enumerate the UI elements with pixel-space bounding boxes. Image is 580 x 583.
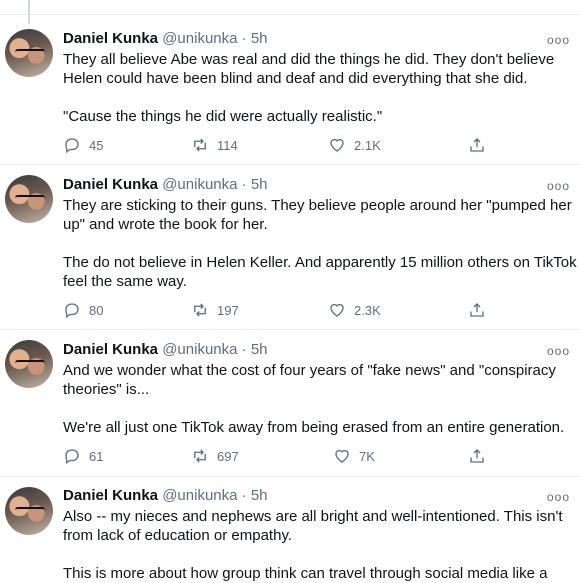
like-button[interactable]: 2.3K <box>328 301 381 319</box>
author-handle[interactable]: @unikunka <box>162 487 237 504</box>
tweet-header: Daniel Kunka @unikunka · 5h <box>63 341 268 358</box>
reply-count: 61 <box>89 448 104 464</box>
more-options-icon[interactable]: ooo <box>547 344 570 358</box>
share-icon <box>470 303 484 317</box>
separator-dot: · <box>241 176 247 193</box>
like-button[interactable]: 7K <box>333 447 375 465</box>
share-button[interactable] <box>468 136 486 154</box>
author-handle[interactable]: @unikunka <box>162 341 237 358</box>
like-count: 2.3K <box>354 302 381 318</box>
tweet[interactable]: Daniel Kunka @unikunka · 5h ooo Also -- … <box>0 477 580 582</box>
tweet-actions: 80 197 2.3K <box>63 301 493 321</box>
tweet[interactable]: Daniel Kunka @unikunka · 5h ooo And we w… <box>0 330 580 477</box>
retweet-button[interactable]: 697 <box>191 447 239 465</box>
more-options-icon[interactable]: ooo <box>547 490 570 504</box>
tweet-actions: 45 114 2.1K <box>63 136 493 156</box>
tweet-header: Daniel Kunka @unikunka · 5h <box>63 176 268 193</box>
tweet[interactable]: Daniel Kunka @unikunka · 5h ooo They are… <box>0 165 580 330</box>
tweet-header: Daniel Kunka @unikunka · 5h <box>63 30 268 47</box>
reply-count: 80 <box>89 302 104 318</box>
author-name[interactable]: Daniel Kunka <box>63 176 158 193</box>
timestamp[interactable]: 5h <box>251 487 268 504</box>
timestamp[interactable]: 5h <box>251 176 268 193</box>
retweet-icon <box>194 138 206 152</box>
heart-icon <box>330 138 344 152</box>
author-name[interactable]: Daniel Kunka <box>63 30 158 47</box>
heart-icon <box>335 449 349 463</box>
reply-count: 45 <box>89 137 104 153</box>
retweet-icon <box>194 449 206 463</box>
retweet-count: 697 <box>217 448 239 464</box>
author-name[interactable]: Daniel Kunka <box>63 487 158 504</box>
reply-icon <box>65 138 79 154</box>
like-count: 7K <box>359 448 375 464</box>
author-handle[interactable]: @unikunka <box>162 176 237 193</box>
tweet-text: They all believe Abe was real and did th… <box>63 50 578 126</box>
tweet-paragraph: This is more about how group think can t… <box>63 565 548 582</box>
avatar[interactable] <box>5 29 53 77</box>
separator-dot: · <box>241 30 247 47</box>
tweet-actions: 61 697 7K <box>63 447 493 467</box>
tweet-header: Daniel Kunka @unikunka · 5h <box>63 487 268 504</box>
tweet-paragraph: We're all just one TikTok away from bein… <box>63 419 565 436</box>
share-button[interactable] <box>468 301 486 319</box>
more-options-icon[interactable]: ooo <box>547 33 570 47</box>
retweet-button[interactable]: 114 <box>191 136 238 154</box>
reply-button[interactable]: 45 <box>63 136 103 154</box>
tweet-paragraph: They are sticking to their guns. They be… <box>63 197 572 233</box>
reply-icon <box>65 303 79 319</box>
tweet-paragraph: And we wonder what the cost of four year… <box>63 362 556 398</box>
reply-icon <box>65 449 79 465</box>
retweet-count: 197 <box>217 302 239 318</box>
share-button[interactable] <box>468 447 486 465</box>
tweet-text: And we wonder what the cost of four year… <box>63 361 578 437</box>
tweet-text: They are sticking to their guns. They be… <box>63 196 578 291</box>
tweet-text: Also -- my nieces and nephews are all br… <box>63 507 578 583</box>
thread-connector-line <box>28 0 30 24</box>
timestamp[interactable]: 5h <box>251 30 268 47</box>
separator-dot: · <box>241 487 247 504</box>
tweet-paragraph: "Cause the things he did were actually r… <box>63 108 383 125</box>
share-icon <box>470 138 484 152</box>
like-count: 2.1K <box>354 137 381 153</box>
separator-dot: · <box>241 341 247 358</box>
retweet-count: 114 <box>217 137 238 153</box>
more-options-icon[interactable]: ooo <box>547 179 570 193</box>
avatar[interactable] <box>5 340 53 388</box>
author-handle[interactable]: @unikunka <box>162 30 237 47</box>
author-name[interactable]: Daniel Kunka <box>63 341 158 358</box>
share-icon <box>470 449 484 463</box>
tweet-paragraph: They all believe Abe was real and did th… <box>63 51 555 87</box>
timestamp[interactable]: 5h <box>251 341 268 358</box>
reply-button[interactable]: 61 <box>63 447 103 465</box>
like-button[interactable]: 2.1K <box>328 136 381 154</box>
heart-icon <box>330 303 344 317</box>
retweet-button[interactable]: 197 <box>191 301 239 319</box>
tweet-paragraph: Also -- my nieces and nephews are all br… <box>63 508 563 544</box>
tweet[interactable]: Daniel Kunka @unikunka · 5h ooo They all… <box>0 24 580 165</box>
top-divider <box>0 0 580 15</box>
avatar[interactable] <box>5 487 53 535</box>
avatar[interactable] <box>5 175 53 223</box>
retweet-icon <box>194 303 206 317</box>
tweet-paragraph: The do not believe in Helen Keller. And … <box>63 254 577 290</box>
reply-button[interactable]: 80 <box>63 301 103 319</box>
